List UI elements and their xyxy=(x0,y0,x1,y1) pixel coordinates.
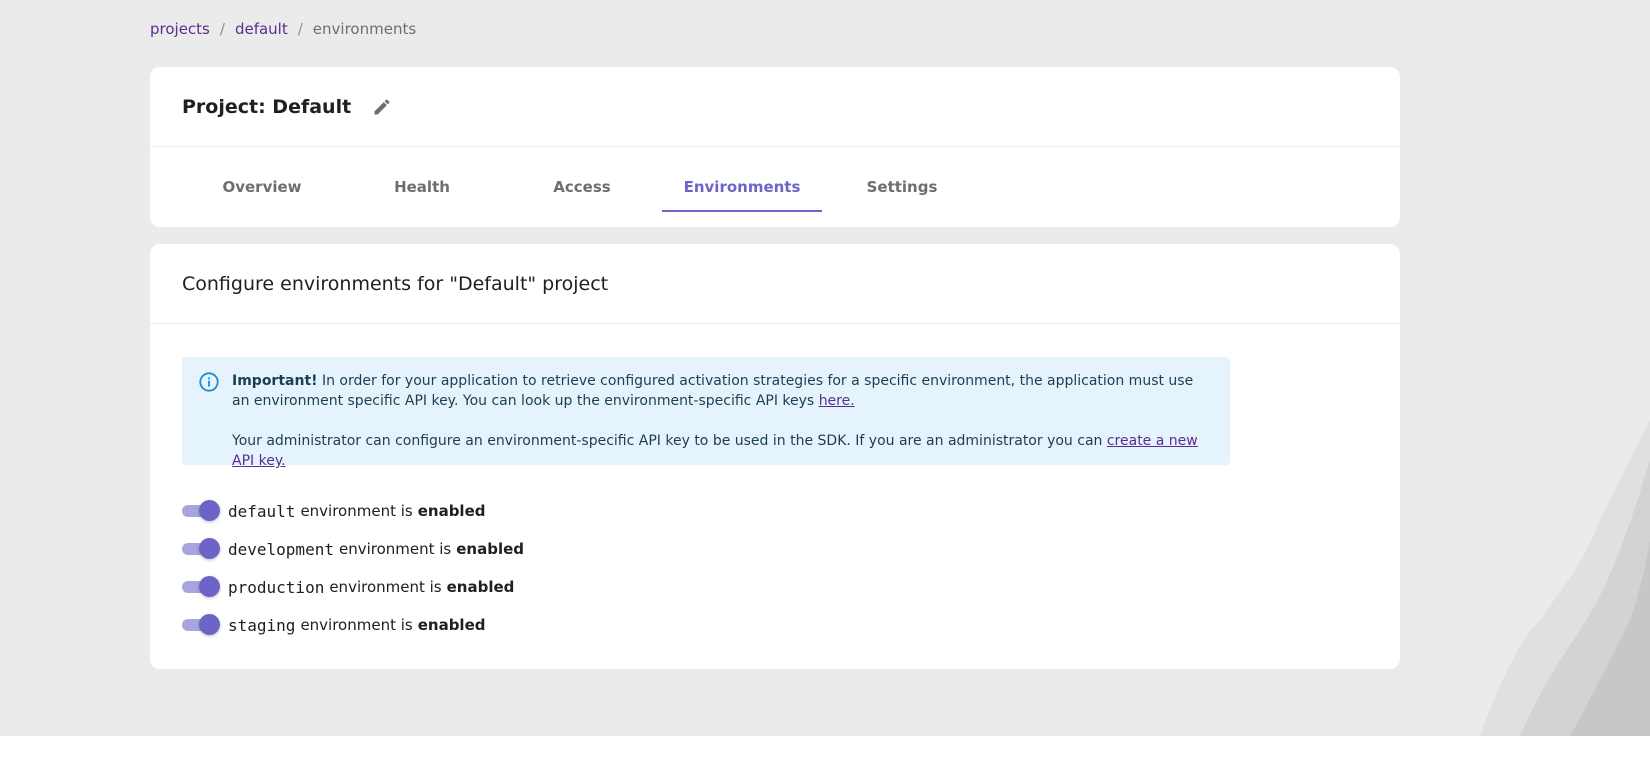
environment-status-text: environment is xyxy=(329,578,442,596)
api-keys-link[interactable]: here. xyxy=(819,393,855,409)
breadcrumb: projects / default / environments xyxy=(150,20,416,38)
info-important-label: Important! xyxy=(232,373,318,389)
tab-overview[interactable]: Overview xyxy=(182,147,342,227)
breadcrumb-separator: / xyxy=(219,20,225,38)
info-paragraph-2: Your administrator can configure an envi… xyxy=(232,431,1214,471)
list-item: development environment is enabled xyxy=(182,530,524,568)
environments-heading: Configure environments for "Default" pro… xyxy=(182,272,609,295)
environment-name: staging xyxy=(228,615,296,635)
environments-card: Configure environments for "Default" pro… xyxy=(150,244,1400,669)
environment-state: enabled xyxy=(417,502,486,520)
environment-status-text: environment is xyxy=(338,540,452,558)
environment-toggle-staging[interactable] xyxy=(182,614,220,636)
environment-status-text: environment is xyxy=(300,616,413,634)
environment-state: enabled xyxy=(417,616,486,634)
footer-band xyxy=(0,736,1650,781)
tab-health[interactable]: Health xyxy=(342,147,502,227)
info-paragraph-1: Important! In order for your application… xyxy=(232,371,1214,411)
environment-state: enabled xyxy=(446,578,515,596)
tab-settings[interactable]: Settings xyxy=(822,147,982,227)
project-title-row: Project: Default xyxy=(150,67,1400,147)
environment-toggle-default[interactable] xyxy=(182,500,220,522)
list-item: production environment is enabled xyxy=(182,568,524,606)
info-text-2: Your administrator can configure an envi… xyxy=(232,433,1107,449)
breadcrumb-link-projects[interactable]: projects xyxy=(150,20,210,38)
breadcrumb-separator: / xyxy=(297,20,303,38)
info-text-1: In order for your application to retriev… xyxy=(232,373,1194,409)
environment-state: enabled xyxy=(456,540,525,558)
list-item: staging environment is enabled xyxy=(182,606,524,644)
background-illustration xyxy=(1480,420,1650,736)
info-alert: Important! In order for your application… xyxy=(182,357,1230,469)
environment-name: production xyxy=(228,577,325,597)
tab-access[interactable]: Access xyxy=(502,147,662,227)
environment-toggle-production[interactable] xyxy=(182,576,220,598)
environment-status-text: environment is xyxy=(300,502,413,520)
environment-name: development xyxy=(228,539,334,559)
pencil-icon xyxy=(374,98,390,114)
info-icon xyxy=(199,372,219,392)
page-title: Project: Default xyxy=(182,95,352,118)
breadcrumb-link-default[interactable]: default xyxy=(235,20,288,38)
edit-project-button[interactable] xyxy=(369,94,395,120)
breadcrumb-current: environments xyxy=(312,20,417,38)
project-header-card: Project: Default Overview Health Access … xyxy=(150,67,1400,227)
environment-name: default xyxy=(228,501,296,521)
environment-list: default environment is enabled developme… xyxy=(182,492,524,644)
environment-toggle-development[interactable] xyxy=(182,538,220,560)
list-item: default environment is enabled xyxy=(182,492,524,530)
project-tabs: Overview Health Access Environments Sett… xyxy=(150,147,1400,227)
environments-header: Configure environments for "Default" pro… xyxy=(150,244,1400,324)
tab-environments[interactable]: Environments xyxy=(662,147,822,227)
